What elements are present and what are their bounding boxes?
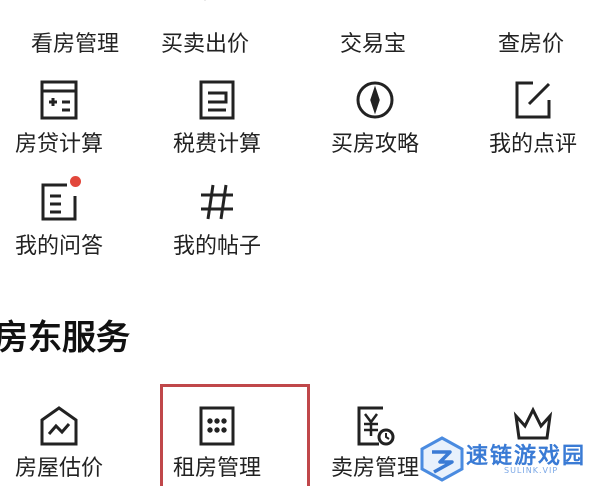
service-menu-page: 看房管理 买卖出价 交易宝 查房价 房贷计算 税费计算 买房攻略 我的点评 我的…	[0, 0, 600, 486]
site-watermark: 速链游戏园 SULINK.VIP	[420, 432, 596, 486]
grid-item-house-valuation[interactable]: 房屋估价	[0, 404, 134, 486]
grid-item-buy-guide[interactable]: 买房攻略	[300, 78, 450, 178]
grid-item-label: 买房攻略	[330, 132, 419, 157]
tools-row-2: 房贷计算 税费计算 买房攻略 我的点评	[0, 78, 600, 178]
highlight-box	[160, 384, 310, 486]
grid-item-label: 交易宝	[339, 32, 406, 57]
shield-icon	[351, 0, 395, 4]
calculator-icon	[37, 78, 81, 122]
hashtag-icon	[195, 180, 239, 224]
house-valuation-icon	[37, 404, 81, 448]
clock-icon	[509, 0, 553, 4]
section-title-landlord: 房东服务	[0, 318, 130, 358]
grid-item-viewing-manage[interactable]: 看房管理	[0, 0, 150, 60]
grid-item-my-qa[interactable]: 我的问答	[0, 176, 134, 280]
compass-icon	[353, 78, 397, 122]
grid-item-label: 我的帖子	[172, 234, 261, 259]
grid-item-label: 我的问答	[14, 234, 103, 259]
grid-item-label: 我的点评	[488, 132, 577, 157]
grid-item-mortgage-calc[interactable]: 房贷计算	[0, 78, 134, 178]
watermark-subtext: SULINK.VIP	[504, 466, 559, 475]
edit-icon	[511, 78, 555, 122]
grid-item-label: 房贷计算	[14, 132, 103, 157]
grid-item-label: 查房价	[497, 32, 564, 57]
grid-item-label: 税费计算	[172, 132, 261, 157]
tools-row-1: 看房管理 买卖出价 交易宝 查房价	[0, 0, 600, 60]
grid-item-my-posts[interactable]: 我的帖子	[142, 180, 292, 280]
checklist-icon	[53, 0, 97, 4]
tax-document-icon	[195, 78, 239, 122]
grid-item-label: 房屋估价	[14, 456, 103, 481]
watermark-logo-icon	[420, 436, 464, 482]
grid-item-my-reviews[interactable]: 我的点评	[458, 78, 600, 178]
notification-badge	[70, 176, 81, 187]
yen-document-icon	[353, 404, 397, 448]
grid-item-trade-guard[interactable]: 交易宝	[298, 0, 448, 60]
grid-item-bid[interactable]: 买卖出价	[130, 0, 280, 60]
price-tag-icon	[183, 0, 227, 4]
grid-item-house-price[interactable]: 查房价	[456, 0, 600, 60]
grid-item-tax-calc[interactable]: 税费计算	[142, 78, 292, 178]
tools-row-3: 我的问答 我的帖子	[0, 176, 600, 280]
grid-item-label: 看房管理	[30, 32, 119, 57]
grid-item-label: 买卖出价	[160, 32, 249, 57]
